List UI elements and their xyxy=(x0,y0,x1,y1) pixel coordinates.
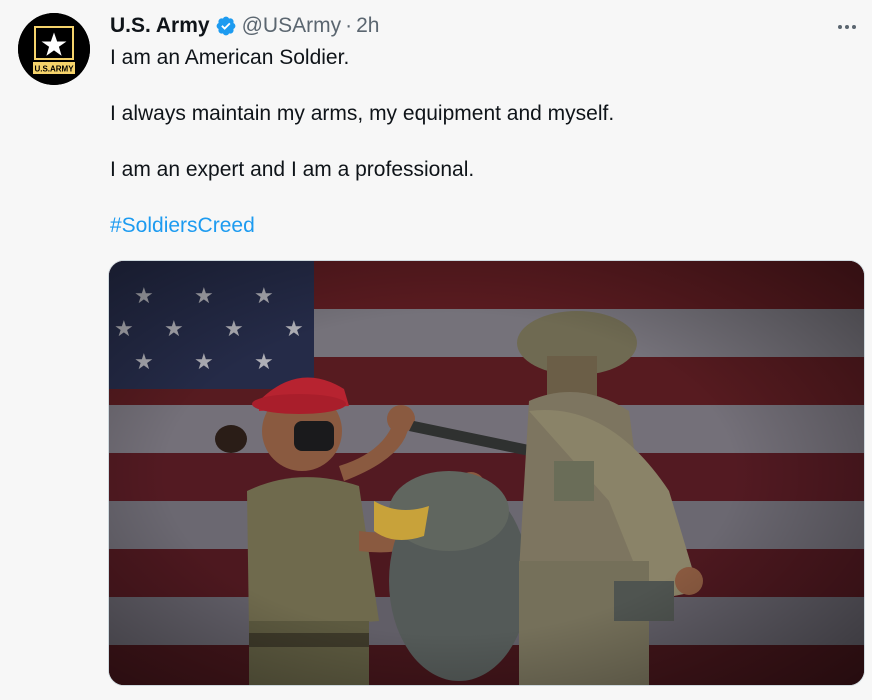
tweet-header: U.S. Army @USArmy · 2h xyxy=(110,12,379,40)
hashtag-link[interactable]: #SoldiersCreed xyxy=(110,212,850,240)
timestamp[interactable]: 2h xyxy=(356,14,379,38)
avatar-text: U.S.ARMY xyxy=(34,65,74,74)
tweet-card[interactable]: U.S.ARMY U.S. Army @USArmy · 2h I am an … xyxy=(0,0,872,700)
tweet-photo[interactable]: ★ ★ ★ ★ ★ ★ ★ ★ ★ ★ xyxy=(108,260,865,686)
more-options-icon[interactable] xyxy=(834,14,860,40)
verified-badge-icon xyxy=(215,15,237,37)
meta-separator: · xyxy=(345,14,353,37)
tweet-line-1: I am an American Soldier. xyxy=(110,46,350,69)
tweet-line-2: I always maintain my arms, my equipment … xyxy=(110,102,615,125)
avatar[interactable]: U.S.ARMY xyxy=(18,13,90,85)
tweet-text: I am an American Soldier. I always maint… xyxy=(110,44,850,268)
author-handle[interactable]: @USArmy xyxy=(242,14,341,38)
tweet-line-3: I am an expert and I am a professional. xyxy=(110,158,475,181)
author-name[interactable]: U.S. Army xyxy=(110,14,210,38)
